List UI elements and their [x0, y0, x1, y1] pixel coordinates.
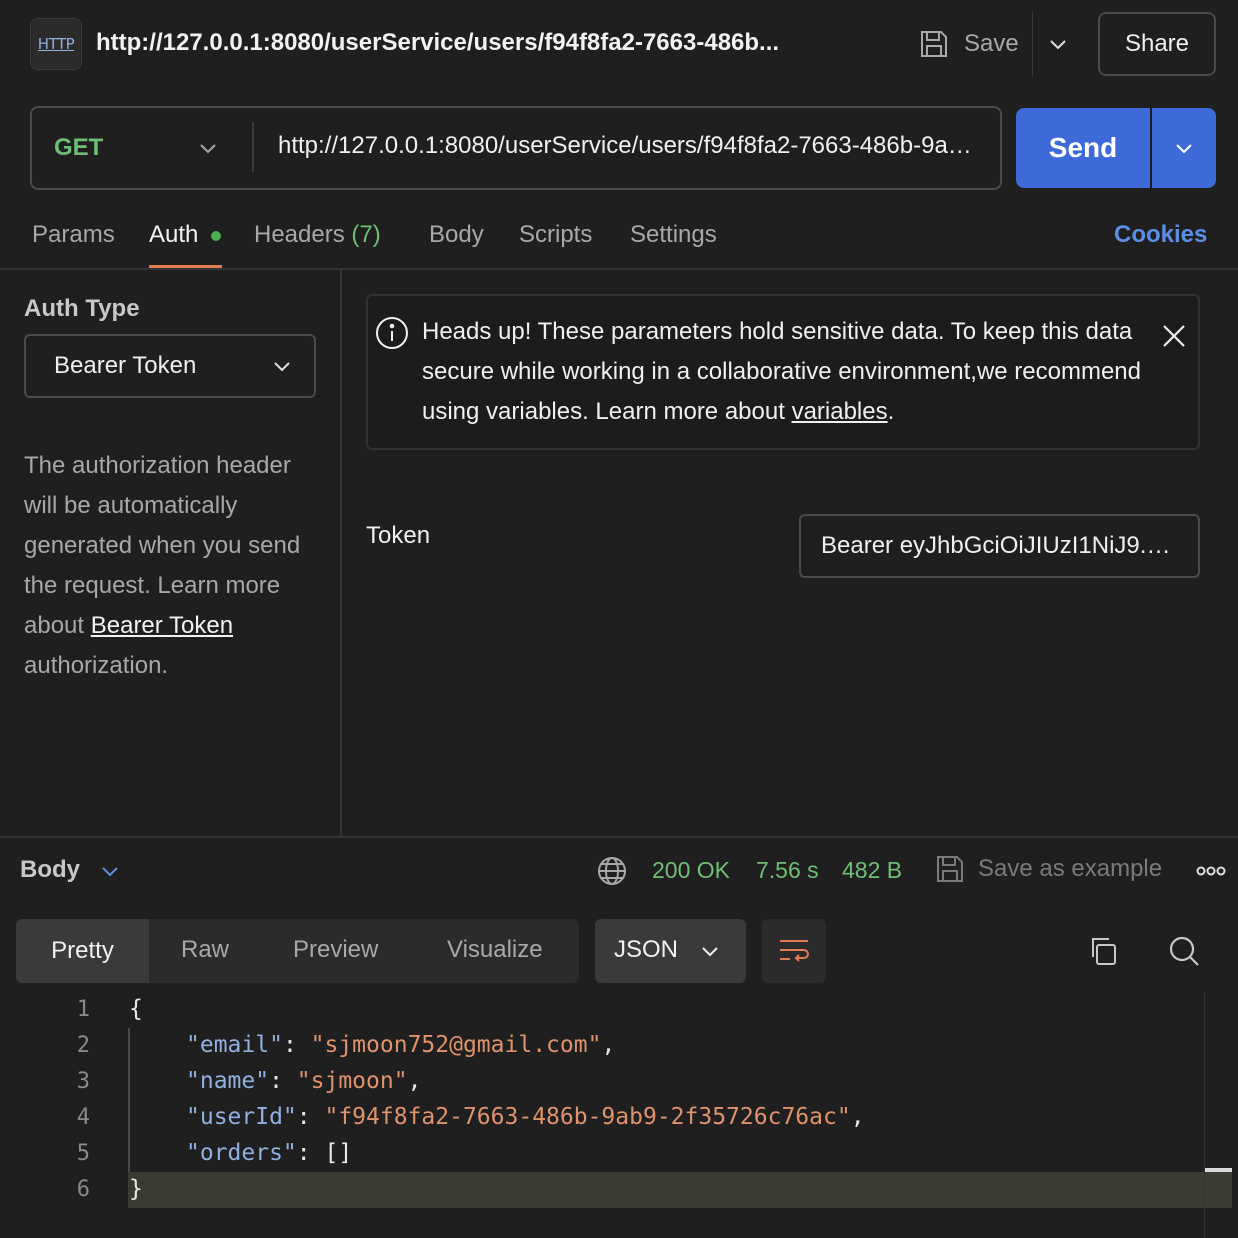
url-input[interactable]: http://127.0.0.1:8080/userService/users/…: [278, 132, 984, 160]
variables-link[interactable]: variables: [792, 398, 888, 425]
json-value: []: [324, 1140, 353, 1166]
save-divider: [1032, 12, 1033, 76]
response-body-label[interactable]: Body: [20, 856, 80, 884]
token-label: Token: [366, 522, 431, 549]
indent-guide: [128, 1028, 130, 1172]
tabs-divider: [0, 268, 1238, 270]
json-close-brace: }: [129, 1176, 143, 1202]
globe-icon: [598, 857, 626, 885]
line-number: 3: [76, 1069, 90, 1094]
json-line-name: "name": "sjmoon",: [186, 1068, 422, 1094]
cookies-link[interactable]: Cookies: [1114, 221, 1207, 249]
scrollbar-marker[interactable]: [1205, 1168, 1232, 1172]
line-number: 4: [76, 1105, 90, 1130]
save-button[interactable]: Save: [918, 22, 1019, 66]
response-size[interactable]: 482 B: [842, 857, 902, 884]
info-icon: [376, 317, 408, 349]
headers-count: (7): [351, 221, 381, 248]
request-title[interactable]: http://127.0.0.1:8080/userService/users/…: [96, 29, 779, 57]
auth-type-value: Bearer Token: [54, 352, 197, 379]
chevron-down-icon: [1176, 144, 1192, 154]
method-select[interactable]: GET: [54, 134, 103, 162]
notice-text: Heads up! These parameters hold sensitiv…: [422, 312, 1142, 432]
status-code[interactable]: 200 OK: [652, 857, 730, 884]
http-request-icon: HTTP: [30, 18, 82, 70]
chevron-down-icon[interactable]: [1046, 32, 1070, 56]
json-key: "email": [186, 1032, 283, 1058]
format-value: JSON: [614, 936, 679, 963]
auth-type-label: Auth Type: [24, 295, 140, 322]
view-tab-preview[interactable]: Preview: [293, 936, 378, 964]
json-key: "userId": [186, 1104, 297, 1130]
line-number: 5: [76, 1141, 90, 1166]
wrap-lines-button[interactable]: [762, 919, 826, 983]
copy-icon[interactable]: [1086, 933, 1122, 969]
json-value: "f94f8fa2-7663-486b-9ab9-2f35726c76ac": [324, 1104, 851, 1130]
line-number: 2: [76, 1033, 90, 1058]
notice-suffix: .: [887, 398, 895, 425]
json-open-brace: {: [129, 996, 143, 1022]
token-input[interactable]: Bearer eyJhbGciOiJIUzI1NiJ9.eyJzdWIiOi..…: [799, 514, 1200, 578]
scrollbar-highlight: [1205, 1172, 1232, 1208]
chevron-down-icon[interactable]: [196, 136, 220, 160]
share-button[interactable]: Share: [1098, 12, 1216, 76]
notice-body: Heads up! These parameters hold sensitiv…: [422, 318, 1142, 425]
tab-settings[interactable]: Settings: [630, 221, 717, 249]
wrap-lines-icon: [780, 940, 809, 962]
response-time[interactable]: 7.56 s: [756, 857, 819, 884]
json-line-orders: "orders": []: [186, 1140, 353, 1166]
panel-divider: [340, 270, 342, 838]
view-tab-visualize[interactable]: Visualize: [447, 936, 543, 964]
http-badge-text: HTTP: [37, 35, 75, 53]
auth-desc-text: The authorization header will be automat…: [24, 452, 301, 639]
active-line-highlight: [128, 1172, 1206, 1208]
tab-headers[interactable]: Headers (7): [254, 221, 381, 249]
auth-desc-suffix: authorization.: [24, 652, 169, 679]
json-line-userid: "userId": "f94f8fa2-7663-486b-9ab9-2f357…: [186, 1104, 865, 1130]
chevron-down-icon[interactable]: [98, 859, 122, 883]
tab-body[interactable]: Body: [429, 221, 484, 249]
auth-description: The authorization header will be automat…: [24, 446, 320, 686]
save-icon: [921, 31, 947, 57]
json-line-email: "email": "sjmoon752@gmail.com",: [186, 1032, 616, 1058]
close-icon[interactable]: [1160, 322, 1188, 350]
json-key: "name": [186, 1068, 270, 1094]
line-number: 6: [76, 1177, 90, 1202]
response-divider: [0, 836, 1238, 838]
more-options-icon[interactable]: [1196, 864, 1226, 878]
view-tab-raw[interactable]: Raw: [181, 936, 229, 964]
url-divider: [252, 122, 254, 172]
save-icon: [937, 856, 963, 882]
tab-params[interactable]: Params: [32, 221, 115, 249]
send-options-button[interactable]: [1152, 108, 1216, 188]
save-label: Save: [964, 30, 1019, 57]
search-icon[interactable]: [1166, 933, 1202, 969]
json-value: "sjmoon": [296, 1068, 408, 1094]
tab-headers-label: Headers: [254, 221, 345, 248]
json-key: "orders": [186, 1140, 297, 1166]
line-number: 1: [76, 997, 90, 1022]
auth-status-dot: [211, 231, 221, 241]
tab-scripts[interactable]: Scripts: [519, 221, 592, 249]
send-button[interactable]: Send: [1016, 108, 1150, 188]
chevron-down-icon: [274, 362, 290, 372]
view-tab-pretty[interactable]: Pretty: [16, 919, 149, 983]
save-as-example-button[interactable]: Save as example: [978, 855, 1162, 883]
tab-auth[interactable]: Auth: [149, 221, 198, 249]
token-value: Bearer eyJhbGciOiJIUzI1NiJ9.eyJzdWIiOi..…: [821, 532, 1178, 559]
bearer-token-link[interactable]: Bearer Token: [91, 612, 233, 639]
chevron-down-icon: [702, 947, 718, 957]
json-value: "sjmoon752@gmail.com": [310, 1032, 602, 1058]
